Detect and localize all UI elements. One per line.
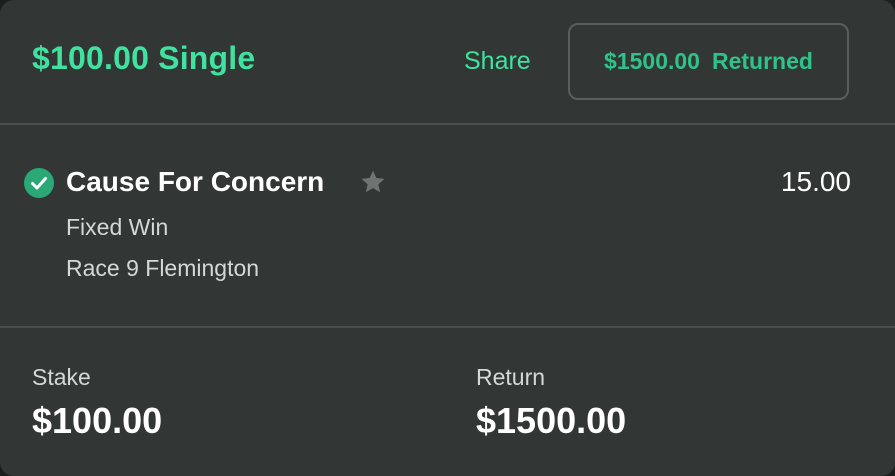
bet-header: $100.00 Single Share $1500.00 Returned — [0, 0, 895, 124]
returned-amount: $1500.00 — [604, 48, 700, 74]
bet-title: $100.00 Single — [32, 40, 256, 76]
selection-name: Cause For Concern — [66, 166, 325, 197]
returned-status-button[interactable]: $1500.00 Returned — [568, 23, 849, 100]
divider — [0, 326, 895, 328]
bet-card: $100.00 Single Share $1500.00 Returned C… — [0, 0, 895, 476]
star-icon[interactable] — [359, 168, 387, 196]
return-label: Return — [476, 364, 546, 390]
return-value: $1500.00 — [476, 400, 627, 441]
returned-label: Returned — [711, 48, 813, 74]
odds-value: 15.00 — [780, 166, 851, 197]
bet-type: Fixed Win — [66, 214, 169, 240]
stake-value: $100.00 — [32, 400, 163, 441]
stake-label: Stake — [32, 364, 91, 390]
share-button[interactable]: Share — [464, 47, 531, 76]
check-circle-icon — [24, 168, 54, 198]
divider — [0, 123, 895, 125]
race-info: Race 9 Flemington — [66, 255, 260, 281]
